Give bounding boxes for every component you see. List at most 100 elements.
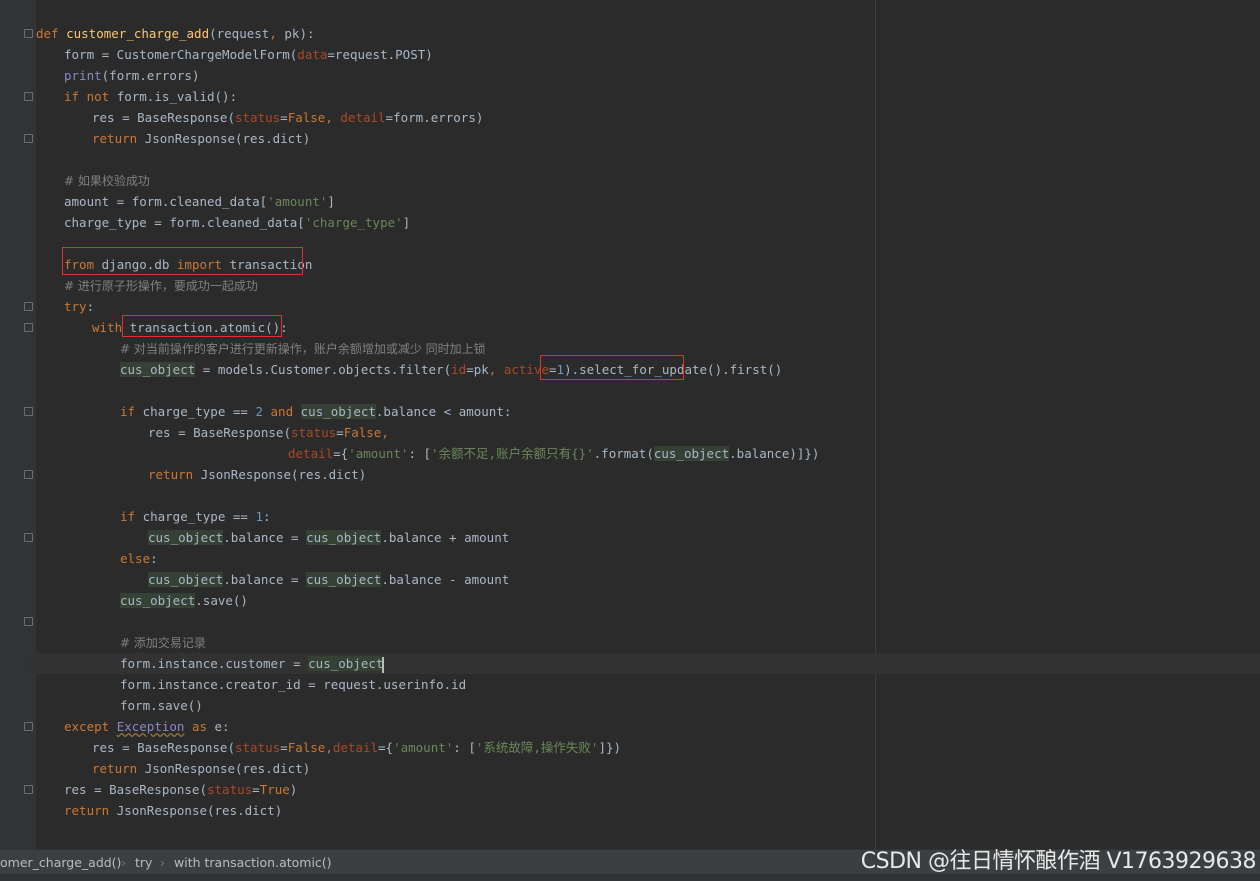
code-token: except (64, 719, 117, 734)
code-line[interactable]: # 添加交易记录 (36, 632, 206, 653)
code-token: False (343, 425, 382, 440)
code-line[interactable]: # 对当前操作的客户进行更新操作，账户余额增加或减少 同时加上锁 (36, 338, 486, 359)
code-token: detail (288, 446, 334, 461)
text-caret (382, 656, 385, 673)
fold-toggle-icon[interactable] (24, 407, 33, 416)
code-token: cus_object (148, 572, 224, 587)
code-line[interactable]: detail={'amount': ['余额不足,账户余额只有{}'.forma… (36, 443, 819, 464)
code-line[interactable]: except Exception as e: (36, 716, 230, 737)
code-line[interactable]: form.instance.creator_id = request.useri… (36, 674, 466, 695)
code-line[interactable]: # 如果校验成功 (36, 170, 150, 191)
code-token: status (235, 740, 281, 755)
code-token: if (120, 509, 143, 524)
code-token: =request.POST) (327, 47, 433, 62)
fold-toggle-icon[interactable] (24, 617, 33, 626)
breadcrumb-item-function[interactable]: omer_charge_add() (0, 850, 121, 875)
breadcrumb-item-with[interactable]: with transaction.atomic() (174, 850, 332, 875)
code-token: 'amount' (393, 740, 454, 755)
fold-toggle-icon[interactable] (24, 785, 33, 794)
code-token: ={ (378, 740, 394, 755)
breadcrumb-separator: › (121, 855, 126, 870)
code-token: status (235, 110, 281, 125)
code-line[interactable]: res = BaseResponse(status=False,detail={… (36, 737, 621, 758)
code-line[interactable]: return JsonResponse(res.dict) (36, 128, 310, 149)
code-line[interactable]: return JsonResponse(res.dict) (36, 800, 282, 821)
code-token: res = BaseResponse( (148, 425, 291, 440)
code-token: cus_object (120, 593, 196, 608)
code-token: : (263, 509, 271, 524)
code-token: : (86, 299, 95, 314)
code-line[interactable]: res = BaseResponse(status=False, (36, 422, 389, 443)
fold-toggle-icon[interactable] (24, 134, 33, 143)
code-token: .save() (195, 593, 248, 608)
code-token: as (184, 719, 215, 734)
code-token: , (488, 362, 504, 377)
code-token: , (325, 110, 341, 125)
code-line[interactable]: return JsonResponse(res.dict) (36, 464, 366, 485)
fold-toggle-icon[interactable] (24, 92, 33, 101)
code-token: form.is_valid(): (116, 89, 238, 104)
code-token: = (252, 782, 260, 797)
code-token: JsonResponse(res.dict) (144, 131, 311, 146)
code-token: return (148, 467, 201, 482)
code-token: : [ (408, 446, 432, 461)
code-token: id (451, 362, 467, 377)
code-token: # 对当前操作的客户进行更新操作，账户余额增加或减少 同时加上锁 (120, 342, 486, 356)
code-token: .balance < amount: (375, 404, 512, 419)
breadcrumb-separator: › (160, 855, 165, 870)
code-line[interactable]: charge_type = form.cleaned_data['charge_… (36, 212, 410, 233)
code-token: customer_charge_add (66, 26, 210, 41)
code-line[interactable]: try: (36, 296, 94, 317)
code-token: print (64, 68, 102, 83)
fold-toggle-icon[interactable] (24, 533, 33, 542)
code-token: form.instance.creator_id = request.useri… (120, 677, 467, 692)
code-line[interactable]: res = BaseResponse(status=True) (36, 779, 297, 800)
code-token: def (36, 26, 67, 41)
code-token: ] (402, 215, 411, 230)
code-token: ) (289, 782, 298, 797)
code-line[interactable]: cus_object.balance = cus_object.balance … (36, 527, 509, 548)
breadcrumb-item-try[interactable]: try (135, 850, 152, 875)
code-token: = (280, 740, 288, 755)
code-token: detail (332, 740, 379, 755)
code-token: charge_type = form.cleaned_data[ (64, 215, 305, 230)
code-token: .balance = (223, 530, 307, 545)
code-line[interactable]: print(form.errors) (36, 65, 199, 86)
code-token: .balance)]}) (729, 446, 820, 461)
code-token: cus_object (120, 362, 196, 377)
code-line[interactable]: return JsonResponse(res.dict) (36, 758, 310, 779)
code-line[interactable]: amount = form.cleaned_data['amount'] (36, 191, 335, 212)
code-line[interactable]: form.instance.customer = cus_object (30, 653, 1260, 674)
fold-toggle-icon[interactable] (24, 323, 33, 332)
code-token: =pk (466, 362, 489, 377)
code-token: ]}) (598, 740, 622, 755)
fold-toggle-icon[interactable] (24, 29, 33, 38)
code-token: res = BaseResponse( (92, 110, 235, 125)
code-token: detail (340, 110, 386, 125)
code-line[interactable]: if charge_type == 1: (36, 506, 271, 527)
right-margin-guide (875, 0, 876, 849)
code-line[interactable]: res = BaseResponse(status=False, detail=… (36, 107, 483, 128)
code-line[interactable]: if not form.is_valid(): (36, 86, 237, 107)
code-token: res = BaseResponse( (64, 782, 207, 797)
watermark: CSDN @往日情怀酿作酒 V1763929638 (860, 849, 1257, 874)
fold-toggle-icon[interactable] (24, 722, 33, 731)
code-line[interactable]: else: (36, 548, 158, 569)
code-token: False (287, 110, 326, 125)
code-line[interactable]: form.save() (36, 695, 203, 716)
code-line[interactable]: def customer_charge_add(request, pk): (36, 23, 315, 44)
code-line[interactable]: cus_object.balance = cus_object.balance … (36, 569, 509, 590)
fold-toggle-icon[interactable] (24, 470, 33, 479)
code-token: form.instance.customer = (120, 656, 309, 671)
code-token: = (336, 425, 344, 440)
code-line[interactable]: # 进行原子形操作，要成功一起成功 (36, 275, 258, 296)
code-token: JsonResponse(res.dict) (144, 761, 311, 776)
code-token: else (120, 551, 151, 566)
code-token: and (263, 404, 301, 419)
fold-toggle-icon[interactable] (24, 302, 33, 311)
code-line[interactable]: if charge_type == 2 and cus_object.balan… (36, 401, 511, 422)
annotation-box-import (62, 247, 303, 275)
code-token: 2 (255, 404, 263, 419)
code-line[interactable]: cus_object.save() (36, 590, 248, 611)
code-line[interactable]: form = CustomerChargeModelForm(data=requ… (36, 44, 433, 65)
